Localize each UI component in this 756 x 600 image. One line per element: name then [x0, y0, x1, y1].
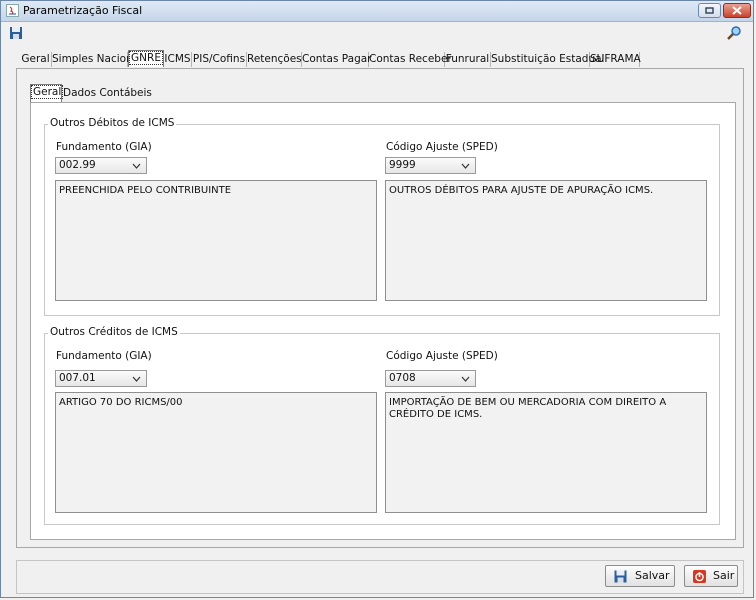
debitos-fundamento-select[interactable]: 002.99 [55, 157, 147, 174]
creditos-fundamento-label: Fundamento (GIA) [56, 350, 152, 362]
tab-simples-nacional[interactable]: Simples Nacional [52, 52, 142, 67]
save-icon[interactable] [9, 26, 23, 40]
title-bar[interactable]: Parametrização Fiscal [1, 1, 753, 22]
creditos-fundamento-value: 007.01 [59, 372, 96, 384]
debitos-fundamento-value: 002.99 [59, 159, 96, 171]
close-button[interactable] [723, 3, 751, 18]
restore-button[interactable] [698, 3, 721, 18]
exit-button[interactable]: Sair [684, 565, 738, 587]
creditos-codigo-select[interactable]: 0708 [385, 370, 476, 387]
tab-pis-cofins[interactable]: PIS/Cofins [192, 52, 247, 67]
java-app-icon [6, 4, 19, 17]
chevron-down-icon [461, 163, 470, 169]
debitos-fundamento-description[interactable]: PREENCHIDA PELO CONTRIBUINTE [55, 180, 377, 301]
tab-contas-pagar[interactable]: Contas Pagar [302, 52, 371, 67]
chevron-down-icon [132, 163, 141, 169]
creditos-fundamento-select[interactable]: 007.01 [55, 370, 147, 387]
tab-funrural[interactable]: Funrural [445, 52, 491, 67]
help-magnifier-icon[interactable] [726, 25, 742, 41]
debitos-codigo-select[interactable]: 9999 [385, 157, 476, 174]
tab-substituicao-estadual[interactable]: Substituição Estadual [491, 52, 604, 67]
tab-geral[interactable]: Geral [20, 52, 52, 67]
tab-icms[interactable]: ICMS [164, 52, 192, 67]
debitos-codigo-label: Código Ajuste (SPED) [386, 141, 498, 153]
outros-creditos-title: Outros Créditos de ICMS [48, 326, 180, 338]
chevron-down-icon [461, 376, 470, 382]
tab-suframa[interactable]: SUFRAMA [590, 52, 641, 67]
close-icon [732, 6, 742, 15]
window-title: Parametrização Fiscal [23, 4, 143, 17]
exit-button-label: Sair [713, 569, 735, 582]
creditos-fundamento-description[interactable]: ARTIGO 70 DO RICMS/00 [55, 392, 377, 513]
subtab-dados-contabeis[interactable]: Dados Contábeis [63, 86, 152, 102]
debitos-codigo-value: 9999 [389, 159, 416, 171]
save-button[interactable]: Salvar [605, 565, 675, 587]
chevron-down-icon [132, 376, 141, 382]
save-icon [614, 570, 627, 583]
debitos-fundamento-label: Fundamento (GIA) [56, 141, 152, 153]
creditos-codigo-label: Código Ajuste (SPED) [386, 350, 498, 362]
creditos-codigo-description[interactable]: IMPORTAÇÃO DE BEM OU MERCADORIA COM DIRE… [385, 392, 707, 513]
tab-retencoes[interactable]: Retenções [247, 52, 302, 67]
save-button-label: Salvar [635, 569, 670, 582]
restore-icon [705, 7, 714, 14]
tab-gnre[interactable]: GNRE [128, 50, 164, 67]
outros-debitos-title: Outros Débitos de ICMS [48, 117, 177, 129]
creditos-codigo-value: 0708 [389, 372, 416, 384]
tab-contas-receber[interactable]: Contas Receber [369, 52, 452, 67]
subtab-geral[interactable]: Geral [30, 84, 64, 102]
power-exit-icon [693, 570, 706, 583]
debitos-codigo-description[interactable]: OUTROS DÉBITOS PARA AJUSTE DE APURAÇÃO I… [385, 180, 707, 301]
